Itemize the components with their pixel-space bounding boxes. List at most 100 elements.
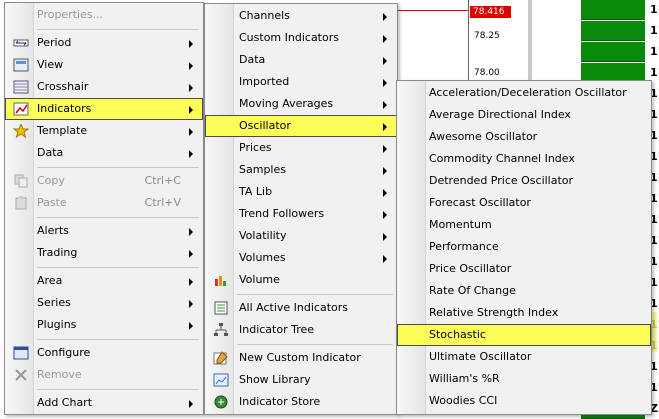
- submenu-arrow-icon: [189, 322, 193, 330]
- menu-item-detrended-price-oscillator[interactable]: Detrended Price Oscillator: [397, 170, 651, 192]
- menu-item-shortcut: Ctrl+V: [144, 196, 181, 209]
- submenu-arrow-icon: [383, 167, 387, 175]
- menu-item-label: Price Oscillator: [429, 262, 512, 275]
- menu-item-data[interactable]: Data: [5, 142, 203, 164]
- menu-item-add-chart[interactable]: Add Chart: [5, 392, 203, 414]
- menu-item-label: Stochastic: [429, 328, 486, 341]
- menu-item-label: Volatility: [239, 229, 287, 242]
- menu-item-stochastic[interactable]: Stochastic: [397, 324, 651, 346]
- menu-item-period[interactable]: Period: [5, 32, 203, 54]
- menu-item-label: Custom Indicators: [239, 31, 339, 44]
- menu-separator: [37, 29, 199, 30]
- menu-item-copy: Copy Ctrl+C: [5, 170, 203, 192]
- paste-icon: [13, 196, 29, 210]
- menu-item-label: Show Library: [239, 373, 311, 386]
- menu-item-average-directional-index[interactable]: Average Directional Index: [397, 104, 651, 126]
- menu-separator: [37, 217, 199, 218]
- menu-item-area[interactable]: Area: [5, 270, 203, 292]
- submenu-arrow-icon: [383, 211, 387, 219]
- menu-item-label: All Active Indicators: [239, 301, 348, 314]
- menu-item-samples[interactable]: Samples: [205, 159, 397, 181]
- menu-item-performance[interactable]: Performance: [397, 236, 651, 258]
- menu-item-label: Paste: [37, 196, 67, 209]
- menu-item-ta-lib[interactable]: TA Lib: [205, 181, 397, 203]
- menu-item-indicator-tree[interactable]: Indicator Tree: [205, 319, 397, 341]
- menu-item-series[interactable]: Series: [5, 292, 203, 314]
- menu-item-plugins[interactable]: Plugins: [5, 314, 203, 336]
- menu-item-trading[interactable]: Trading: [5, 242, 203, 264]
- menu-item-ultimate-oscillator[interactable]: Ultimate Oscillator: [397, 346, 651, 368]
- menu-item-crosshair[interactable]: Crosshair: [5, 76, 203, 98]
- menu-item-label: Properties...: [37, 8, 104, 21]
- menu-item-forecast-oscillator[interactable]: Forecast Oscillator: [397, 192, 651, 214]
- menu-item-channels[interactable]: Channels: [205, 5, 397, 27]
- submenu-arrow-icon: [189, 128, 193, 136]
- menu-item-label: Acceleration/Deceleration Oscillator: [429, 86, 627, 99]
- menu-item-volatility[interactable]: Volatility: [205, 225, 397, 247]
- menu-item-template[interactable]: Template: [5, 120, 203, 142]
- menu-item-price-oscillator[interactable]: Price Oscillator: [397, 258, 651, 280]
- menu-item-paste: Paste Ctrl+V: [5, 192, 203, 214]
- menu-item-label: Configure: [37, 346, 91, 359]
- submenu-arrow-icon: [383, 35, 387, 43]
- menu-item-prices[interactable]: Prices: [205, 137, 397, 159]
- menu-item-william-s-r[interactable]: William's %R: [397, 368, 651, 390]
- menu-item-indicators[interactable]: Indicators: [5, 98, 203, 120]
- menu-item-oscillator[interactable]: Oscillator: [205, 115, 397, 137]
- submenu-arrow-icon: [189, 40, 193, 48]
- menu-item-volume[interactable]: Volume: [205, 269, 397, 291]
- menu-item-acceleration-deceleration-oscillator[interactable]: Acceleration/Deceleration Oscillator: [397, 82, 651, 104]
- menu-item-awesome-oscillator[interactable]: Awesome Oscillator: [397, 126, 651, 148]
- view-icon: [13, 58, 29, 72]
- menu-item-label: Forecast Oscillator: [429, 196, 531, 209]
- menu-item-rate-of-change[interactable]: Rate Of Change: [397, 280, 651, 302]
- menu-item-commodity-channel-index[interactable]: Commodity Channel Index: [397, 148, 651, 170]
- library-icon: [213, 373, 229, 387]
- menu-item-imported[interactable]: Imported: [205, 71, 397, 93]
- menu-item-label: Volumes: [239, 251, 286, 264]
- menu-item-momentum[interactable]: Momentum: [397, 214, 651, 236]
- menu-item-label: Momentum: [429, 218, 492, 231]
- volume-icon: [213, 273, 229, 287]
- menu-item-indicator-store[interactable]: Indicator Store: [205, 391, 397, 413]
- menu-item-data[interactable]: Data: [205, 49, 397, 71]
- menu-item-remove: Remove: [5, 364, 203, 386]
- submenu-arrow-icon: [189, 84, 193, 92]
- menu-item-view[interactable]: View: [5, 54, 203, 76]
- menu-item-volumes[interactable]: Volumes: [205, 247, 397, 269]
- menu-item-new-custom-indicator[interactable]: New Custom Indicator: [205, 347, 397, 369]
- menu-item-label: Ultimate Oscillator: [429, 350, 532, 363]
- submenu-arrow-icon: [383, 255, 387, 263]
- menu-item-woodies-cci[interactable]: Woodies CCI: [397, 390, 651, 412]
- menu-item-label: Oscillator: [239, 119, 291, 132]
- menu-item-label: TA Lib: [239, 185, 273, 198]
- submenu-arrow-icon: [383, 57, 387, 65]
- indicators-icon: [13, 102, 29, 116]
- menu-item-custom-indicators[interactable]: Custom Indicators: [205, 27, 397, 49]
- menu-item-label: Copy: [37, 174, 65, 187]
- list-icon: [213, 301, 229, 315]
- menu-item-moving-averages[interactable]: Moving Averages: [205, 93, 397, 115]
- menu-item-configure[interactable]: Configure: [5, 342, 203, 364]
- submenu-arrow-icon: [189, 400, 193, 408]
- menu-item-label: Woodies CCI: [429, 394, 498, 407]
- menu-item-relative-strength-index[interactable]: Relative Strength Index: [397, 302, 651, 324]
- submenu-arrow-icon: [189, 250, 193, 258]
- submenu-arrow-icon: [189, 278, 193, 286]
- menu-item-label: Volume: [239, 273, 280, 286]
- menu-item-label: Relative Strength Index: [429, 306, 559, 319]
- period-icon: [13, 36, 29, 50]
- menu-separator: [37, 267, 199, 268]
- menu-item-trend-followers[interactable]: Trend Followers: [205, 203, 397, 225]
- menu-item-show-library[interactable]: Show Library: [205, 369, 397, 391]
- menu-item-properties: Properties...: [5, 4, 203, 26]
- menu-item-label: Awesome Oscillator: [429, 130, 538, 143]
- menu-item-all-active-indicators[interactable]: All Active Indicators: [205, 297, 397, 319]
- menu-item-shortcut: Ctrl+C: [144, 174, 181, 187]
- menu-item-alerts[interactable]: Alerts: [5, 220, 203, 242]
- price-badge: 78.416: [470, 6, 511, 18]
- menu-item-label: William's %R: [429, 372, 500, 385]
- grid-value: 11: [650, 3, 659, 16]
- menu-separator: [37, 167, 199, 168]
- grid-cell: [581, 0, 645, 20]
